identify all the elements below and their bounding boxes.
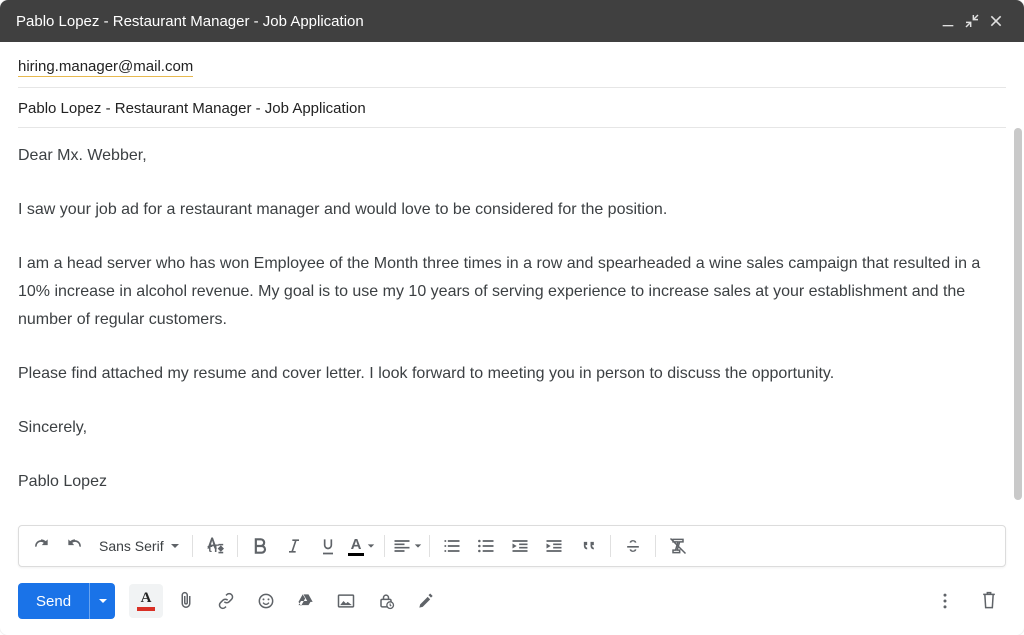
body-paragraph: Pablo Lopez xyxy=(18,468,1006,496)
bulleted-list-button[interactable] xyxy=(470,530,502,562)
caret-down-icon xyxy=(367,542,375,550)
text-color-bar xyxy=(348,553,364,556)
bold-button[interactable] xyxy=(244,530,276,562)
compose-window: Pablo Lopez - Restaurant Manager - Job A… xyxy=(0,0,1024,635)
body-paragraph: Please find attached my resume and cover… xyxy=(18,360,1006,388)
text-color-letter-icon: A xyxy=(351,537,362,552)
indent-less-button[interactable] xyxy=(504,530,536,562)
separator xyxy=(384,535,385,557)
body-wrapper: Dear Mx. Webber, I saw your job ad for a … xyxy=(0,128,1024,525)
window-titlebar: Pablo Lopez - Restaurant Manager - Job A… xyxy=(0,0,1024,42)
attach-file-button[interactable] xyxy=(169,584,203,618)
svg-text:τT: τT xyxy=(207,543,219,555)
message-body[interactable]: Dear Mx. Webber, I saw your job ad for a … xyxy=(0,128,1024,525)
window-title: Pablo Lopez - Restaurant Manager - Job A… xyxy=(16,13,364,30)
recipient-chip[interactable]: hiring.manager@mail.com xyxy=(18,58,193,77)
separator xyxy=(192,535,193,557)
discard-draft-button[interactable] xyxy=(972,584,1006,618)
confidential-mode-button[interactable] xyxy=(369,584,403,618)
more-options-button[interactable] xyxy=(928,584,962,618)
send-button-group: Send xyxy=(18,583,115,619)
font-size-button[interactable]: τT xyxy=(199,530,231,562)
insert-signature-button[interactable] xyxy=(409,584,443,618)
shrink-icon[interactable] xyxy=(960,9,984,33)
subject-text: Pablo Lopez - Restaurant Manager - Job A… xyxy=(18,100,366,117)
send-options-button[interactable] xyxy=(89,583,115,619)
separator xyxy=(655,535,656,557)
minimize-button[interactable] xyxy=(936,9,960,33)
font-family-select[interactable]: Sans Serif xyxy=(93,530,186,562)
compose-headers: hiring.manager@mail.com Pablo Lopez - Re… xyxy=(0,42,1024,128)
indent-more-button[interactable] xyxy=(538,530,570,562)
text-color-button[interactable]: A xyxy=(346,530,378,562)
close-button[interactable] xyxy=(984,9,1008,33)
subject-field[interactable]: Pablo Lopez - Restaurant Manager - Job A… xyxy=(18,88,1006,128)
scrollbar-thumb[interactable] xyxy=(1014,128,1022,500)
body-paragraph: Sincerely, xyxy=(18,414,1006,442)
red-bar xyxy=(137,607,155,611)
align-button[interactable] xyxy=(391,530,423,562)
separator xyxy=(610,535,611,557)
underline-button[interactable] xyxy=(312,530,344,562)
font-family-label: Sans Serif xyxy=(99,538,164,554)
insert-photo-button[interactable] xyxy=(329,584,363,618)
undo-button[interactable] xyxy=(25,530,57,562)
recipients-field[interactable]: hiring.manager@mail.com xyxy=(18,46,1006,88)
separator xyxy=(237,535,238,557)
remove-formatting-button[interactable] xyxy=(662,530,694,562)
caret-down-icon xyxy=(170,541,180,551)
body-paragraph: I am a head server who has won Employee … xyxy=(18,250,1006,334)
insert-link-button[interactable] xyxy=(209,584,243,618)
strikethrough-button[interactable] xyxy=(617,530,649,562)
caret-down-icon xyxy=(414,542,422,550)
insert-emoji-button[interactable] xyxy=(249,584,283,618)
body-paragraph: I saw your job ad for a restaurant manag… xyxy=(18,196,1006,224)
body-paragraph: Dear Mx. Webber, xyxy=(18,142,1006,170)
send-button[interactable]: Send xyxy=(18,583,89,619)
redo-button[interactable] xyxy=(59,530,91,562)
letter-a-icon: A xyxy=(141,591,152,606)
numbered-list-button[interactable] xyxy=(436,530,468,562)
formatting-toolbar: Sans Serif τT A xyxy=(18,525,1006,567)
insert-drive-button[interactable] xyxy=(289,584,323,618)
quote-button[interactable] xyxy=(572,530,604,562)
bottom-action-bar: Send A xyxy=(0,575,1024,635)
right-actions xyxy=(928,584,1006,618)
italic-button[interactable] xyxy=(278,530,310,562)
text-formatting-toggle[interactable]: A xyxy=(129,584,163,618)
separator xyxy=(429,535,430,557)
insert-toolbar: A xyxy=(129,584,443,618)
